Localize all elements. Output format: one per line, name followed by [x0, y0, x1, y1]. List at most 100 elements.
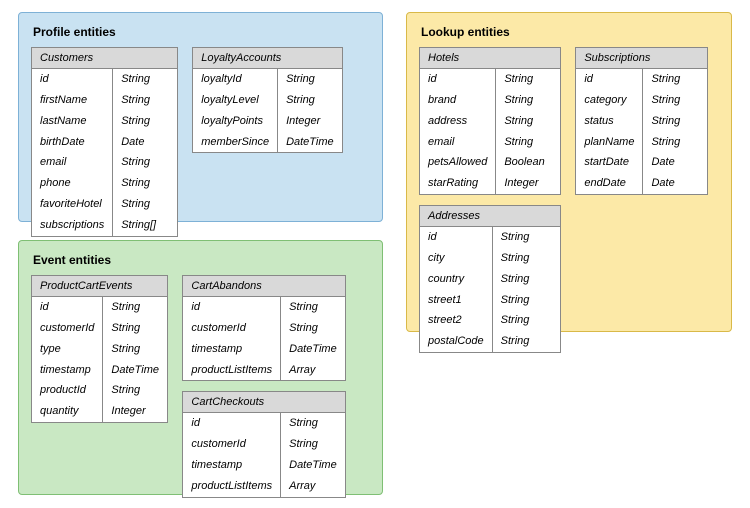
field-type: String [281, 413, 345, 434]
field-type: String [493, 269, 557, 290]
field-name: id [183, 413, 280, 434]
entity-header: CartAbandons [183, 276, 345, 297]
field-type: Date [113, 132, 177, 153]
group-title-event: Event entities [33, 253, 370, 267]
field-type: Date [643, 173, 707, 194]
field-type: String [113, 111, 177, 132]
entity-product-cart-events: ProductCartEventsidcustomerIdtypetimesta… [31, 275, 168, 423]
field-type: Integer [278, 111, 342, 132]
field-name: subscriptions [32, 215, 112, 236]
entity-subscriptions: SubscriptionsidcategorystatusplanNamesta… [575, 47, 708, 195]
entity-addresses: Addressesidcitycountrystreet1street2post… [419, 205, 561, 353]
field-name: phone [32, 173, 112, 194]
field-type: String [113, 173, 177, 194]
entity-hotels: HotelsidbrandaddressemailpetsAllowedstar… [419, 47, 561, 195]
group-lookup-entities: Lookup entities Hotelsidbrandaddressemai… [406, 12, 732, 332]
field-name: postalCode [420, 331, 492, 352]
field-type: String [643, 111, 707, 132]
field-name-column: loyaltyIdloyaltyLevelloyaltyPointsmember… [193, 69, 278, 152]
field-type-column: StringStringStringDateStringStringString… [113, 69, 177, 236]
field-type: String [643, 69, 707, 90]
field-name-column: idfirstNamelastNamebirthDateemailphonefa… [32, 69, 113, 236]
field-type-column: StringStringDateTimeArray [281, 413, 345, 496]
field-type: Integer [496, 173, 560, 194]
field-name: customerId [183, 318, 280, 339]
field-type-column: StringStringStringDateTimeStringInteger [103, 297, 167, 422]
field-type: String [103, 380, 167, 401]
field-name: loyaltyId [193, 69, 277, 90]
entity-cart-checkouts: CartCheckoutsidcustomerIdtimestampproduc… [182, 391, 346, 497]
group-profile-entities: Profile entities CustomersidfirstNamelas… [18, 12, 383, 222]
field-name: customerId [32, 318, 102, 339]
field-type: String [281, 297, 345, 318]
entity-header: LoyaltyAccounts [193, 48, 342, 69]
field-type: String [496, 132, 560, 153]
field-name: address [420, 111, 495, 132]
field-name: country [420, 269, 492, 290]
field-type-column: StringStringIntegerDateTime [278, 69, 342, 152]
entity-header: Hotels [420, 48, 560, 69]
field-name: city [420, 248, 492, 269]
entity-body: idbrandaddressemailpetsAllowedstarRating… [420, 69, 560, 194]
field-name: category [576, 90, 642, 111]
field-type: String [113, 152, 177, 173]
field-name: productId [32, 380, 102, 401]
field-type: Date [643, 152, 707, 173]
field-type: String [113, 194, 177, 215]
field-type: String [281, 318, 345, 339]
field-type: String [493, 331, 557, 352]
field-type: DateTime [103, 360, 167, 381]
entity-cart-abandons: CartAbandonsidcustomerIdtimestampproduct… [182, 275, 346, 381]
field-type: Boolean [496, 152, 560, 173]
field-name: birthDate [32, 132, 112, 153]
field-name: endDate [576, 173, 642, 194]
field-type: String [496, 90, 560, 111]
field-type: String [496, 111, 560, 132]
entity-body: idcitycountrystreet1street2postalCodeStr… [420, 227, 560, 352]
field-type: Array [281, 360, 345, 381]
field-type-column: StringStringStringStringBooleanInteger [496, 69, 560, 194]
field-type: String [113, 69, 177, 90]
field-name: street2 [420, 310, 492, 331]
group-event-entities: Event entities ProductCartEventsidcustom… [18, 240, 383, 495]
field-name: starRating [420, 173, 495, 194]
field-name: startDate [576, 152, 642, 173]
field-name-column: idcustomerIdtypetimestampproductIdquanti… [32, 297, 103, 422]
field-type-column: StringStringDateTimeArray [281, 297, 345, 380]
field-type: String [493, 290, 557, 311]
entity-body: idcustomerIdtypetimestampproductIdquanti… [32, 297, 167, 422]
field-type: String [278, 90, 342, 111]
field-type: String [103, 318, 167, 339]
field-name: timestamp [183, 339, 280, 360]
field-name: quantity [32, 401, 102, 422]
entity-loyalty-accounts: LoyaltyAccountsloyaltyIdloyaltyLevelloya… [192, 47, 343, 153]
field-name: id [420, 69, 495, 90]
field-type: String [493, 310, 557, 331]
field-name: id [576, 69, 642, 90]
field-type: String [493, 227, 557, 248]
field-name-column: idcustomerIdtimestampproductListItems [183, 413, 281, 496]
field-type: String [278, 69, 342, 90]
field-name: memberSince [193, 132, 277, 153]
field-name: productListItems [183, 360, 280, 381]
field-type: Array [281, 476, 345, 497]
entity-customers: CustomersidfirstNamelastNamebirthDateema… [31, 47, 178, 237]
field-name: loyaltyPoints [193, 111, 277, 132]
field-name: street1 [420, 290, 492, 311]
group-title-profile: Profile entities [33, 25, 370, 39]
field-type-column: StringStringStringStringStringString [493, 227, 557, 352]
field-name: status [576, 111, 642, 132]
field-type: String [113, 90, 177, 111]
field-name: id [32, 297, 102, 318]
entity-body: idcustomerIdtimestampproductListItemsStr… [183, 413, 345, 496]
field-type: String [103, 297, 167, 318]
field-name: id [32, 69, 112, 90]
field-type: Integer [103, 401, 167, 422]
field-name: petsAllowed [420, 152, 495, 173]
field-name: timestamp [32, 360, 102, 381]
entity-header: Subscriptions [576, 48, 707, 69]
field-type: DateTime [281, 455, 345, 476]
field-name-column: idcitycountrystreet1street2postalCode [420, 227, 493, 352]
field-type: DateTime [278, 132, 342, 153]
group-title-lookup: Lookup entities [421, 25, 719, 39]
